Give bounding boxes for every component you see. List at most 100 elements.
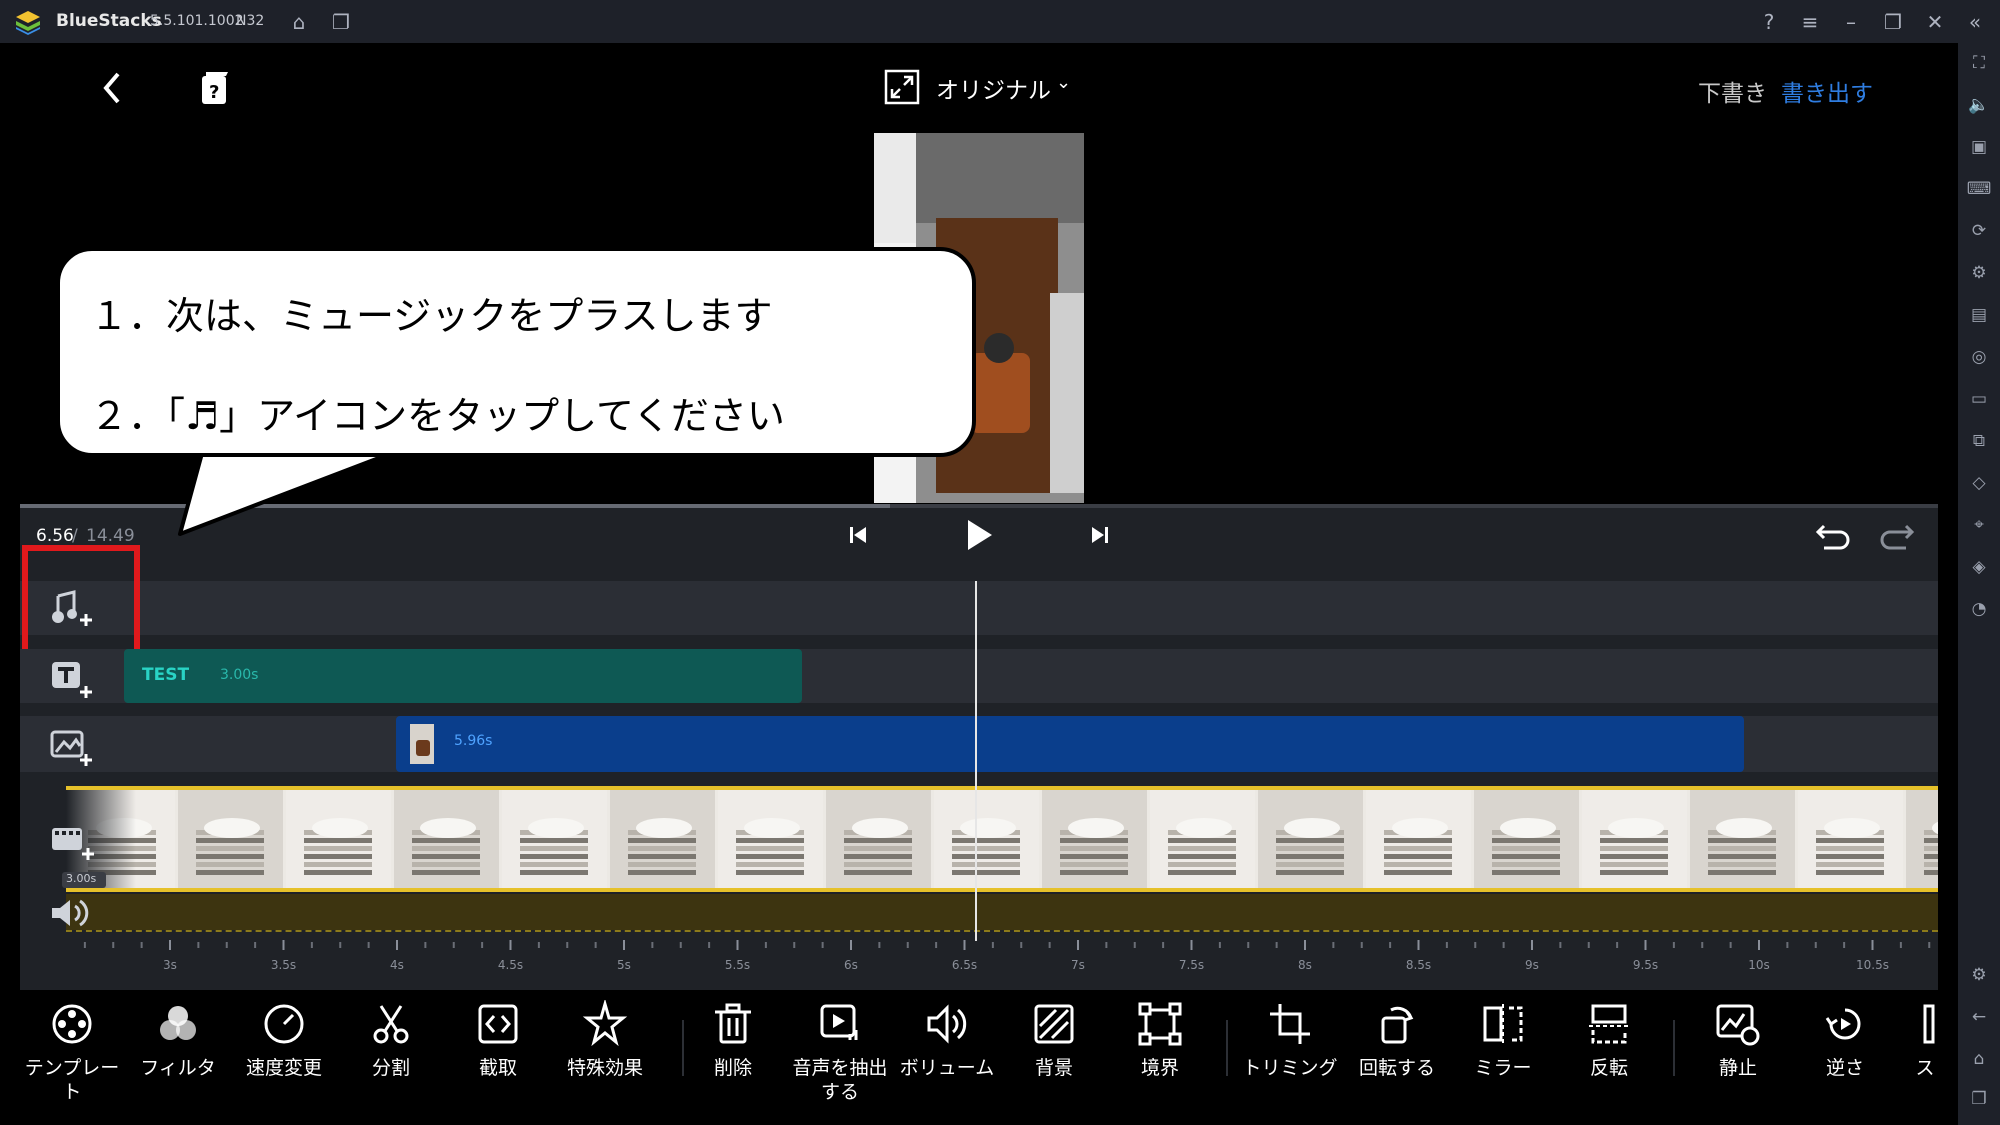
minimize-icon[interactable]: – bbox=[1838, 9, 1864, 35]
ruler-label: 5s bbox=[617, 958, 631, 972]
add-image-icon[interactable] bbox=[50, 728, 94, 768]
total-time: 14.49 bbox=[86, 526, 135, 546]
tool-filter[interactable]: フィルタ bbox=[123, 1000, 233, 1080]
tool-background[interactable]: 背景 bbox=[999, 1000, 1109, 1080]
aspect-ratio-icon[interactable] bbox=[884, 69, 920, 105]
recent-apps-icon[interactable]: ❐ bbox=[1966, 1086, 1992, 1112]
ruler-label: 7s bbox=[1071, 958, 1085, 972]
tool-label: 速度変更 bbox=[245, 1057, 322, 1079]
app-name: BlueStacks bbox=[56, 11, 162, 31]
callout-line-1: １．次は、ミュージックをプラスします bbox=[90, 294, 773, 338]
volume-side-icon[interactable]: 🔈 bbox=[1966, 92, 1992, 118]
toolbar-divider bbox=[1226, 1020, 1228, 1076]
macro-icon[interactable]: ⚙ bbox=[1966, 260, 1992, 286]
restore-icon[interactable]: ❐ bbox=[1880, 9, 1906, 35]
tool-template[interactable]: テンプレート bbox=[17, 1000, 127, 1104]
eco-mode-icon[interactable]: ◔ bbox=[1966, 596, 1992, 622]
ruler-label: 4s bbox=[390, 958, 404, 972]
folder-icon[interactable]: ▭ bbox=[1966, 386, 1992, 412]
image-clip[interactable]: 5.96s bbox=[396, 716, 1744, 772]
tool-reverse[interactable]: 逆さ bbox=[1790, 1000, 1900, 1080]
chevron-down-icon[interactable]: ⌄ bbox=[1056, 72, 1071, 93]
android-home-icon[interactable]: ⌂ bbox=[1966, 1046, 1992, 1072]
toolbar-divider bbox=[682, 1020, 684, 1076]
tool-border[interactable]: 境界 bbox=[1105, 1000, 1215, 1080]
background-icon bbox=[1034, 1004, 1074, 1044]
tool-mirror[interactable]: ミラー bbox=[1448, 1000, 1558, 1080]
tool-effects[interactable]: 特殊効果 bbox=[550, 1000, 660, 1080]
video-audio-track[interactable] bbox=[66, 894, 1938, 930]
video-duration-badge: 3.00s bbox=[62, 872, 106, 888]
tool-cut[interactable]: 截取 bbox=[443, 1000, 553, 1080]
tool-split[interactable]: 分割 bbox=[336, 1000, 446, 1080]
tool-delete[interactable]: 削除 bbox=[678, 1000, 788, 1080]
filter-icon bbox=[160, 1006, 196, 1040]
screenshot-icon[interactable]: ◎ bbox=[1966, 344, 1992, 370]
media-icon[interactable]: ▣ bbox=[1966, 134, 1992, 160]
tool-more[interactable]: ス bbox=[1905, 1000, 1945, 1080]
highlight-box bbox=[22, 545, 140, 655]
skip-forward-icon[interactable] bbox=[1090, 524, 1110, 546]
back-icon[interactable]: ← bbox=[1966, 1004, 1992, 1030]
tool-speed[interactable]: 速度変更 bbox=[229, 1000, 339, 1080]
tool-rotate[interactable]: 回転する bbox=[1342, 1000, 1452, 1080]
add-video-icon[interactable] bbox=[50, 824, 96, 864]
ruler-label: 7.5s bbox=[1179, 958, 1204, 972]
keyboard-icon[interactable]: ⌨ bbox=[1966, 176, 1992, 202]
undo-icon[interactable] bbox=[1814, 518, 1852, 552]
redo-icon[interactable] bbox=[1878, 518, 1916, 552]
fullscreen-icon[interactable]: ⛶ bbox=[1966, 50, 1992, 76]
tool-trimming[interactable]: トリミング bbox=[1235, 1000, 1345, 1080]
location-icon[interactable]: ⌖ bbox=[1966, 512, 1992, 538]
tool-label: トリミング bbox=[1242, 1057, 1338, 1079]
home-icon[interactable]: ⌂ bbox=[286, 9, 312, 35]
video-frame bbox=[934, 790, 1039, 888]
eraser-icon[interactable]: ◇ bbox=[1966, 470, 1992, 496]
crop-icon bbox=[1270, 1004, 1310, 1044]
video-clip[interactable] bbox=[66, 786, 1938, 892]
tool-label: 特殊効果 bbox=[566, 1057, 643, 1079]
tool-label: 静止 bbox=[1718, 1057, 1757, 1079]
menu-icon[interactable]: ≡ bbox=[1797, 9, 1823, 35]
audio-waveform-line bbox=[66, 928, 1938, 932]
export-button[interactable]: 書き出す bbox=[1781, 74, 1873, 108]
volume-icon bbox=[927, 1004, 967, 1044]
help-icon[interactable]: ? bbox=[1756, 9, 1782, 35]
close-icon[interactable]: ✕ bbox=[1922, 9, 1948, 35]
aspect-ratio-label[interactable]: オリジナル bbox=[936, 71, 1051, 105]
video-frame bbox=[718, 790, 823, 888]
tool-label: ス bbox=[1915, 1057, 1935, 1079]
back-arrow-icon[interactable] bbox=[96, 68, 126, 108]
draft-button[interactable]: 下書き bbox=[1698, 74, 1767, 108]
speaker-icon[interactable] bbox=[50, 896, 92, 930]
play-icon[interactable] bbox=[964, 518, 994, 552]
help-book-icon[interactable]: ? bbox=[198, 70, 232, 106]
fps-icon[interactable]: ▤ bbox=[1966, 302, 1992, 328]
tool-extract-audio[interactable]: 音声を抽出する bbox=[785, 1000, 895, 1104]
sync-icon[interactable]: ⟳ bbox=[1966, 218, 1992, 244]
time-ruler[interactable]: 3s 3.5s 4s 4.5s 5s 5.5s 6s 6.5s 7s 7.5s 8s 8.5s 9s 9.… bbox=[20, 934, 1938, 990]
more-icon bbox=[1923, 1004, 1935, 1044]
settings-icon[interactable]: ⚙ bbox=[1966, 962, 1992, 988]
playhead[interactable] bbox=[975, 581, 977, 941]
ruler-label: 3s bbox=[163, 958, 177, 972]
svg-text:?: ? bbox=[209, 82, 219, 103]
add-text-icon[interactable] bbox=[50, 660, 94, 700]
tool-freeze[interactable]: 静止 bbox=[1683, 1000, 1793, 1080]
skip-back-icon[interactable] bbox=[848, 524, 868, 546]
tool-label: 削除 bbox=[713, 1057, 752, 1079]
ruler-label: 5.5s bbox=[725, 958, 750, 972]
tool-label: ボリューム bbox=[899, 1057, 995, 1079]
multi-instance-icon[interactable]: ❐ bbox=[328, 9, 354, 35]
app-build: N32 bbox=[236, 13, 265, 29]
layers-icon[interactable]: ◈ bbox=[1966, 554, 1992, 580]
tool-flip[interactable]: 反転 bbox=[1554, 1000, 1664, 1080]
app-version: 5.5.101.1002 bbox=[150, 13, 244, 29]
collapse-sidebar-icon[interactable]: « bbox=[1962, 9, 1988, 35]
tool-volume[interactable]: ボリューム bbox=[892, 1000, 1002, 1080]
resize-icon[interactable]: ⧉ bbox=[1966, 428, 1992, 454]
mirror-icon bbox=[1483, 1004, 1523, 1044]
video-frame bbox=[1258, 790, 1363, 888]
music-track[interactable] bbox=[20, 581, 1938, 635]
text-clip[interactable]: TEST 3.00s bbox=[124, 649, 802, 703]
